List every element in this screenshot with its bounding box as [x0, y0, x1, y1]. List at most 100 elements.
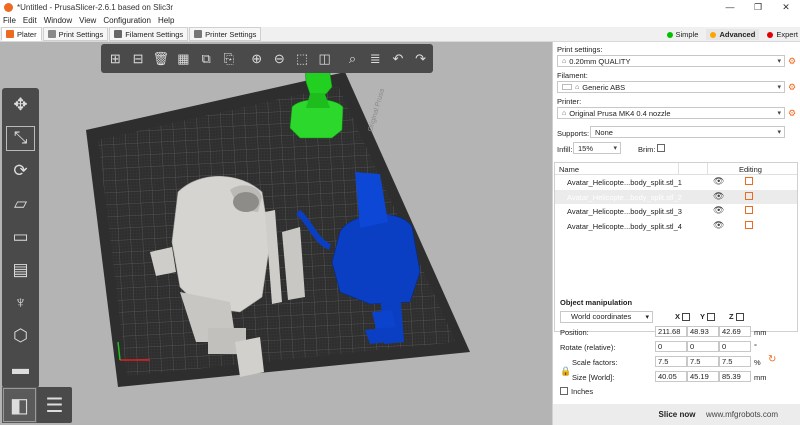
menu-configuration[interactable]: Configuration — [103, 16, 151, 25]
scale-unit: % — [754, 358, 761, 367]
printer-combo[interactable]: ⌂ Original Prusa MK4 0.4 nozzle ▾ — [557, 107, 785, 119]
inches-checkbox[interactable] — [560, 387, 568, 395]
menu-file[interactable]: File — [3, 16, 16, 25]
minimize-button[interactable]: — — [716, 0, 744, 14]
print-settings-combo[interactable]: ⌂ 0.20mm QUALITY ▾ — [557, 55, 785, 67]
filament-combo[interactable]: ⌂ Generic ABS ▾ — [557, 81, 785, 93]
position-z-field[interactable]: 42.69 — [719, 326, 751, 337]
search-icon[interactable]: ⌕ — [342, 47, 363, 71]
mode-expert[interactable]: Expert — [767, 30, 798, 39]
edit-print-settings-gear-icon[interactable]: ⚙ — [788, 56, 798, 66]
3d-viewport[interactable]: Original Prusa ⊞ ⊟ 🗑 ▦ ⧉ ⎘ ⊕ ⊖ ⬚ ◫ ⌕ ≣ ↶… — [0, 42, 552, 425]
mmu-painting-icon[interactable]: ⬡ — [5, 322, 36, 349]
mode-simple-label: Simple — [675, 30, 699, 39]
menu-help[interactable]: Help — [158, 16, 174, 25]
rotate-icon[interactable]: ⟳ — [5, 158, 36, 185]
tab-filament-settings[interactable]: Filament Settings — [109, 27, 189, 41]
build-plate-scene[interactable]: Original Prusa — [0, 42, 552, 425]
split-parts-icon[interactable]: ◫ — [314, 47, 335, 71]
list-item[interactable]: Avatar_Helicopte...body_split.stl_3 👁 — [555, 204, 797, 219]
infill-combo[interactable]: 15% ▾ — [573, 142, 621, 154]
edit-object-icon[interactable] — [745, 206, 753, 214]
filament-settings-icon — [114, 30, 123, 38]
rotate-label: Rotate (relative): — [560, 343, 616, 352]
object-manipulation-title: Object manipulation — [560, 298, 633, 307]
move-icon[interactable]: ✥ — [5, 92, 36, 119]
brim-label: Brim: — [638, 145, 656, 154]
brim-checkbox[interactable] — [657, 144, 665, 152]
tab-filament-settings-label: Filament Settings — [125, 29, 184, 39]
paint-supports-icon[interactable]: ▤ — [5, 256, 36, 283]
printer-value: Original Prusa MK4 0.4 nozzle — [569, 108, 671, 118]
copy-icon[interactable]: ⧉ — [196, 47, 217, 71]
filament-label: Filament: — [557, 71, 588, 80]
scale-y-field[interactable]: 7.5 — [687, 356, 719, 367]
lock-icon: ⌂ — [575, 83, 580, 91]
coordinates-combo[interactable]: World coordinates ▾ — [560, 311, 653, 323]
rotate-z-field[interactable]: 0 — [719, 341, 751, 352]
delete-all-icon[interactable]: 🗑 — [150, 47, 171, 71]
coordinates-value: World coordinates — [571, 312, 632, 321]
edit-object-icon[interactable] — [745, 220, 753, 229]
delete-icon[interactable]: ⊟ — [128, 47, 149, 71]
rotate-x-field[interactable]: 0 — [655, 341, 687, 352]
rotate-y-field[interactable]: 0 — [687, 341, 719, 352]
undo-icon[interactable]: ↶ — [388, 47, 409, 71]
edit-object-icon[interactable] — [745, 177, 753, 185]
supports-combo[interactable]: None ▾ — [590, 126, 785, 138]
add-instance-icon[interactable]: ⊕ — [246, 47, 267, 71]
paste-icon[interactable]: ⎘ — [218, 47, 239, 71]
split-objects-icon[interactable]: ⬚ — [292, 47, 313, 71]
tab-plater[interactable]: Plater — [1, 27, 42, 41]
size-y-field[interactable]: 45.19 — [687, 371, 719, 382]
cut-icon[interactable]: ▭ — [5, 224, 36, 251]
lock-icon: ⌂ — [562, 109, 567, 117]
scale-z-field[interactable]: 7.5 — [719, 356, 751, 367]
eye-icon[interactable]: 👁 — [713, 191, 724, 202]
list-item[interactable]: Avatar_Helicopte...body_split.stl_1 👁 — [555, 175, 797, 190]
tab-printer-settings-label: Printer Settings — [205, 29, 257, 39]
preview-icon[interactable]: ☰ — [37, 387, 72, 423]
redo-icon[interactable]: ↷ — [410, 47, 431, 71]
measure-icon[interactable]: ▬ — [5, 355, 36, 382]
close-button[interactable]: ✕ — [772, 0, 800, 14]
supports-value: None — [595, 127, 613, 137]
remove-instance-icon[interactable]: ⊖ — [269, 47, 290, 71]
rotate-unit: ° — [754, 342, 757, 351]
size-x-field[interactable]: 40.05 — [655, 371, 687, 382]
edit-printer-gear-icon[interactable]: ⚙ — [788, 108, 798, 118]
tab-printer-settings[interactable]: Printer Settings — [189, 27, 262, 41]
mode-simple[interactable]: Simple — [666, 30, 699, 39]
list-item[interactable]: Avatar_Helicopte...body_split.stl_4 👁 — [555, 219, 797, 234]
layers-editing-icon[interactable]: ≣ — [365, 47, 386, 71]
eye-icon[interactable]: 👁 — [713, 205, 724, 216]
3d-view-icon[interactable]: ◧ — [2, 387, 37, 423]
position-y-field[interactable]: 48.93 — [687, 326, 719, 337]
menu-window[interactable]: Window — [44, 16, 72, 25]
edit-filament-gear-icon[interactable]: ⚙ — [788, 82, 798, 92]
chevron-down-icon: ▾ — [777, 129, 781, 136]
eye-icon[interactable]: 👁 — [713, 220, 724, 231]
size-z-field[interactable]: 85.39 — [719, 371, 751, 382]
menu-edit[interactable]: Edit — [23, 16, 37, 25]
maximize-button[interactable]: ❐ — [744, 0, 772, 14]
list-header-name[interactable]: Name — [559, 165, 579, 174]
scale-x-field[interactable]: 7.5 — [655, 356, 687, 367]
lock-scale-icon[interactable]: 🔒 — [560, 366, 571, 377]
list-item[interactable]: Avatar_Helicopte...body_split.stl_2 👁 — [555, 189, 797, 204]
list-header-editing[interactable]: Editing — [739, 165, 762, 174]
seam-painting-icon[interactable]: ♆ — [5, 289, 36, 316]
tab-print-settings[interactable]: Print Settings — [42, 27, 109, 41]
mode-advanced[interactable]: Advanced — [706, 29, 760, 40]
printer-settings-icon — [194, 30, 203, 38]
reset-scale-icon[interactable]: ↻ — [768, 354, 776, 365]
add-icon[interactable]: ⊞ — [105, 47, 126, 71]
edit-object-icon[interactable] — [745, 191, 753, 200]
eye-icon[interactable]: 👁 — [713, 176, 724, 187]
arrange-icon[interactable]: ▦ — [173, 47, 194, 71]
position-x-field[interactable]: 211.68 — [655, 326, 687, 337]
scale-icon[interactable]: ⤡ — [5, 125, 36, 152]
place-on-face-icon[interactable]: ▱ — [5, 191, 36, 218]
menu-view[interactable]: View — [79, 16, 96, 25]
print-settings-value: 0.20mm QUALITY — [569, 56, 631, 66]
